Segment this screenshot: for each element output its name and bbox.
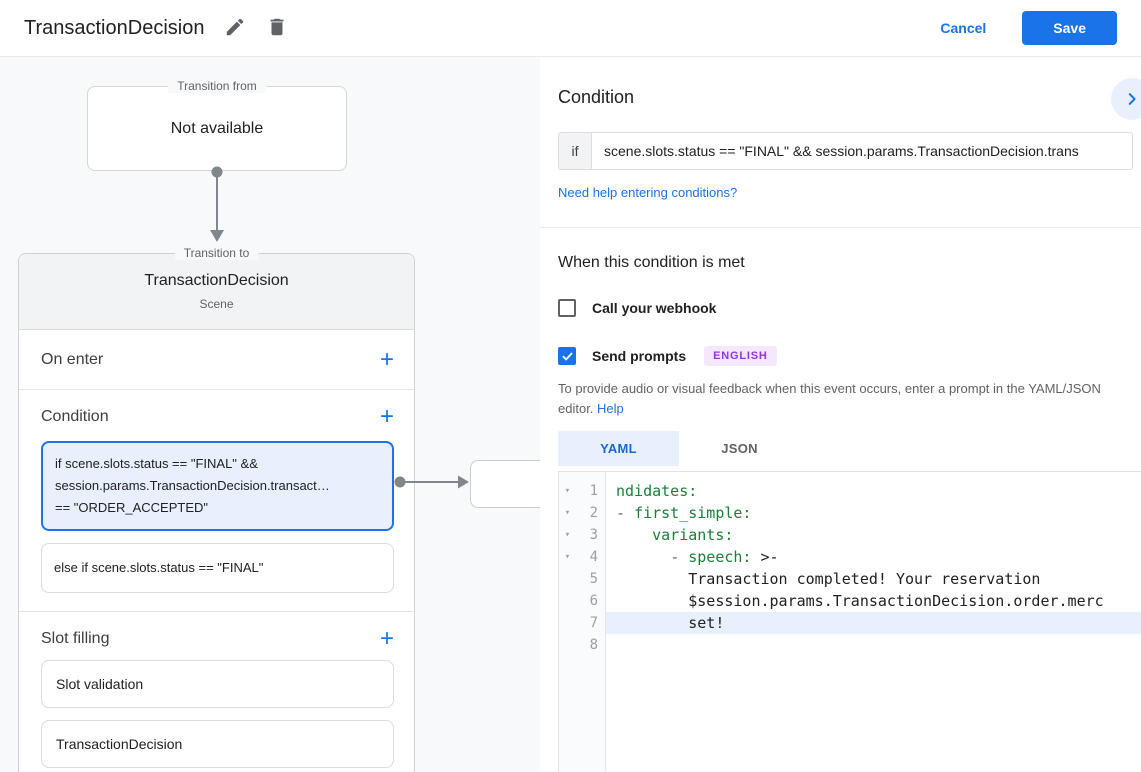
condition-card-selected[interactable]: if scene.slots.status == "FINAL" && sess… [41, 441, 394, 531]
pencil-icon [227, 18, 244, 36]
code-line[interactable] [606, 634, 1141, 656]
code-line[interactable]: - first_simple: [606, 502, 1141, 524]
line-number: 4 [589, 549, 598, 565]
condition-expression-row: if [558, 132, 1133, 170]
transition-to-legend: Transition to [174, 246, 259, 260]
webhook-label: Call your webhook [592, 300, 717, 316]
condition-line: == "ORDER_ACCEPTED" [55, 500, 208, 515]
chevron-right-icon [1128, 93, 1136, 105]
webhook-option-row: Call your webhook [558, 299, 1133, 317]
line-number: 2 [589, 505, 598, 521]
condition-detail-panel: Condition if Need help entering conditio… [540, 57, 1141, 772]
tab-json[interactable]: JSON [679, 431, 800, 466]
if-prefix-label: if [559, 133, 592, 169]
down-arrow-connector [210, 166, 224, 242]
editor-line: 8 [559, 634, 1141, 656]
code-line[interactable]: Transaction completed! Your reservation [606, 568, 1141, 590]
send-prompts-label: Send prompts [592, 348, 687, 364]
code-line[interactable]: - speech: >- [606, 546, 1141, 568]
transition-from-value: Not available [170, 120, 264, 137]
line-number: 7 [589, 615, 598, 631]
conditions-help-link[interactable]: Need help entering conditions? [558, 185, 737, 200]
slot-card-transaction-decision[interactable]: TransactionDecision [41, 720, 394, 768]
scene-card: Transition to TransactionDecision Scene … [18, 246, 415, 772]
top-bar: TransactionDecision Cancel Save [0, 0, 1141, 57]
hint-help-link[interactable]: Help [597, 401, 624, 416]
line-number: 6 [589, 593, 598, 609]
fold-toggle-icon [559, 590, 576, 612]
condition-card-else[interactable]: else if scene.slots.status == "FINAL" [41, 543, 394, 593]
transition-target-box[interactable] [470, 460, 540, 508]
right-arrow-connector [394, 475, 469, 489]
editor-format-tabs: YAML JSON [558, 431, 1133, 466]
editor-line: ▾ 1 ndidates: [559, 480, 1141, 502]
fold-toggle-icon [559, 612, 576, 634]
editor-line: 6 $session.params.TransactionDecision.or… [559, 590, 1141, 612]
editor-line: ▾ 3 variants: [559, 524, 1141, 546]
send-prompts-option-row: Send prompts ENGLISH [558, 346, 1133, 366]
prompt-hint-text: To provide audio or visual feedback when… [558, 379, 1133, 419]
line-number: 1 [589, 483, 598, 499]
condition-heading: Condition [558, 87, 635, 107]
collapse-panel-button[interactable] [1111, 78, 1141, 120]
editor-line: ▾ 4 - speech: >- [559, 546, 1141, 568]
fold-toggle-icon[interactable]: ▾ [559, 546, 576, 568]
page-title: TransactionDecision [24, 16, 205, 39]
code-line[interactable]: $session.params.TransactionDecision.orde… [606, 590, 1141, 612]
add-slot-button[interactable]: + [380, 627, 394, 651]
cancel-button[interactable]: Cancel [940, 20, 986, 36]
webhook-checkbox[interactable] [558, 299, 576, 317]
fold-toggle-icon [559, 568, 576, 590]
fold-toggle-icon [559, 634, 576, 656]
line-number: 5 [589, 571, 598, 587]
scene-type-label: Scene [199, 297, 234, 311]
fold-toggle-icon[interactable]: ▾ [559, 502, 576, 524]
condition-expression-input[interactable] [592, 133, 1132, 169]
add-condition-button[interactable]: + [380, 405, 394, 429]
scene-card-header: TransactionDecision Scene [19, 254, 414, 330]
transition-from-legend: Transition from [168, 79, 266, 93]
slot-filling-label: Slot filling [41, 630, 110, 647]
slot-card-validation[interactable]: Slot validation [41, 660, 394, 708]
edit-title-button[interactable] [224, 16, 246, 40]
condition-section-label: Condition [41, 408, 109, 425]
language-badge: ENGLISH [704, 346, 777, 366]
trash-icon [271, 18, 284, 36]
when-condition-heading: When this condition is met [558, 254, 745, 271]
section-divider [540, 227, 1141, 228]
editor-line: ▾ 2 - first_simple: [559, 502, 1141, 524]
editor-line: 5 Transaction completed! Your reservatio… [559, 568, 1141, 590]
app-window: TransactionDecision Cancel Save Transiti… [0, 0, 1141, 772]
transition-from-box: Transition from Not available [87, 79, 347, 171]
on-enter-section: On enter + [19, 330, 414, 390]
fold-toggle-icon[interactable]: ▾ [559, 524, 576, 546]
code-editor-lines: ▾ 1 ndidates: ▾ 2 - first_simple: ▾ 3 variants:… [559, 480, 1141, 656]
fold-toggle-icon[interactable]: ▾ [559, 480, 576, 502]
code-line[interactable]: variants: [606, 524, 1141, 546]
code-line[interactable]: ndidates: [606, 480, 1141, 502]
slot-filling-section: Slot filling + Slot validation Transacti… [19, 612, 414, 772]
line-number: 8 [589, 637, 598, 653]
check-icon [562, 352, 572, 360]
save-button[interactable]: Save [1022, 11, 1117, 45]
condition-line: if scene.slots.status == "FINAL" && [55, 456, 258, 471]
editor-line: 7 set! [559, 612, 1141, 634]
tab-yaml[interactable]: YAML [558, 431, 679, 466]
line-number: 3 [589, 527, 598, 543]
flow-diagram-panel: Transition from Not available Transition… [0, 57, 540, 772]
condition-section: Condition + if scene.slots.status == "FI… [19, 390, 414, 612]
add-on-enter-button[interactable]: + [380, 347, 394, 371]
code-editor[interactable]: ▾ 1 ndidates: ▾ 2 - first_simple: ▾ 3 variants:… [558, 471, 1141, 772]
on-enter-label: On enter [41, 350, 104, 368]
hint-text-body: To provide audio or visual feedback when… [558, 381, 1101, 416]
condition-line: session.params.TransactionDecision.trans… [55, 478, 330, 493]
code-line[interactable]: set! [606, 612, 1141, 634]
send-prompts-checkbox[interactable] [558, 347, 576, 365]
delete-scene-button[interactable] [266, 16, 288, 40]
